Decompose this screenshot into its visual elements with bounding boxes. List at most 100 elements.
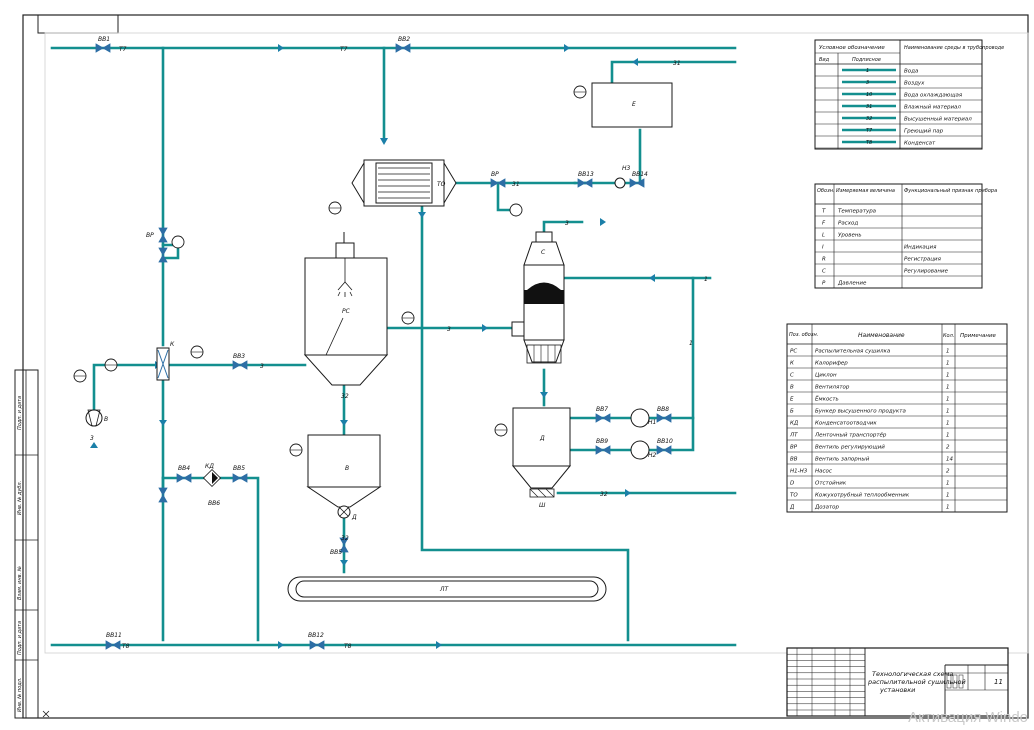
spec-name-5: Бункер высушенного продукта [815, 409, 906, 415]
spec-pos-2: С [790, 373, 794, 379]
spec-qty-4: 1 [946, 397, 950, 403]
label-vv1: ВВ1 [98, 36, 110, 43]
label-vv-d: ВВ5 [330, 549, 342, 556]
spec-header-1: Наименование [858, 332, 905, 339]
spec-pos-4: Е [790, 397, 794, 403]
spray-dryer-cone [303, 354, 389, 386]
instr-code-4: R [822, 257, 826, 263]
valve-vv6[interactable] [158, 487, 168, 503]
instr-measure-0: Температура [838, 209, 877, 215]
valve-vv9[interactable] [595, 445, 611, 455]
title-line-2: распылительной сушильной [867, 678, 966, 686]
process-flow-diagram: Подп. и дата Инв. № дубл. Взам. инв. № П… [14, 14, 1029, 719]
label-k: К [170, 341, 175, 348]
pipe-label-32b: 32 [341, 393, 349, 400]
valve-vv2[interactable] [395, 43, 411, 53]
label-rs: РС [342, 308, 351, 315]
valve-vp[interactable] [158, 227, 168, 243]
legend-code-6: Т8 [866, 140, 872, 146]
spec-name-1: Калорифер [815, 361, 848, 367]
heat-exchanger-right-cap [443, 161, 457, 205]
pipe-label-t8b: Т8 [344, 643, 352, 650]
bunker-b[interactable] [307, 434, 381, 488]
legend-code-2: 10 [866, 92, 872, 98]
instr-measure-6: Давление [837, 281, 867, 287]
spec-name-0: Распылительная сушилка [815, 349, 891, 355]
spec-name-12: Кожухотрубный теплообменник [815, 493, 910, 499]
side-label-0: Подп. и дата [17, 396, 23, 430]
valve-vv12[interactable] [309, 640, 325, 650]
label-b: В [345, 465, 349, 472]
label-vv14: ВВ14 [632, 171, 648, 178]
spray-dryer-rs[interactable] [304, 257, 388, 356]
spec-header-2: Кол. [943, 333, 954, 339]
pipe-label-3d: 3 [90, 435, 94, 442]
valve-vv8[interactable] [656, 413, 672, 423]
valve-vv10[interactable] [656, 445, 672, 455]
pump-h3[interactable] [614, 177, 626, 189]
title-line-3: установки [879, 686, 915, 694]
instr-header-2: Функциональный признак прибора [904, 188, 997, 194]
spec-qty-9: 14 [946, 457, 953, 463]
valve-vv4[interactable] [176, 473, 192, 483]
label-vv13: ВВ13 [578, 171, 594, 178]
bunker-cone [306, 486, 382, 508]
valve-vv14[interactable] [629, 178, 645, 188]
spec-name-7: Ленточный транспортёр [814, 433, 887, 439]
spec-pos-7: ЛТ [789, 433, 798, 439]
label-vv12: ВВ12 [308, 632, 324, 639]
valve-vv11[interactable] [105, 640, 121, 650]
spec-name-9: Вентиль запорный [815, 457, 870, 463]
label-d2: Д [539, 435, 545, 442]
spec-pos-0: РС [790, 349, 797, 355]
pump-h1[interactable] [630, 408, 650, 428]
valve-vv13[interactable] [577, 178, 593, 188]
spec-qty-7: 1 [946, 433, 950, 439]
valve-vv3[interactable] [232, 360, 248, 370]
valve-vv7[interactable] [595, 413, 611, 423]
instr-code-2: L [822, 233, 825, 239]
spec-qty-8: 2 [946, 445, 950, 451]
spec-qty-10: 2 [946, 469, 950, 475]
spec-name-13: Дозатор [814, 505, 840, 511]
label-h3: Н3 [622, 165, 631, 172]
spec-name-4: Ёмкость [815, 396, 839, 403]
label-vv6: ВВ6 [208, 500, 220, 507]
label-h2: Н2 [648, 452, 657, 459]
valve-vv5[interactable] [232, 473, 248, 483]
spec-qty-5: 1 [946, 409, 950, 415]
side-label-4: Инв. № подл. [17, 678, 23, 713]
legend-name-3: Влажный материал [904, 105, 961, 111]
label-lt: ЛТ [439, 586, 450, 593]
cyclone-outlet [535, 231, 553, 243]
instrument-vp[interactable] [171, 235, 185, 249]
spec-pos-3: В [790, 385, 794, 391]
label-vv3: ВВ3 [233, 353, 245, 360]
pipe-network [50, 46, 737, 647]
label-vv9: ВВ9 [596, 438, 608, 445]
valve-vp-lower[interactable] [158, 247, 168, 263]
instrument-vr[interactable] [509, 203, 523, 217]
legend-table: Условное обозначение Наименование среды … [814, 39, 1004, 150]
label-fan: В [104, 416, 108, 423]
valve-vv1[interactable] [95, 43, 111, 53]
spec-header-3: Примечание [960, 333, 997, 339]
legend-name-4: Высушенный материал [904, 117, 972, 123]
label-d: Д [351, 514, 357, 521]
condensate-trap-kd[interactable] [202, 468, 222, 488]
label-kd: КД [205, 463, 214, 470]
pump-h2[interactable] [630, 440, 650, 460]
legend-name-2: Вода охлаждающая [904, 93, 963, 99]
heat-exchanger-left-cap [351, 161, 365, 205]
side-label-2: Взам. инв. № [17, 566, 23, 600]
fan-v[interactable] [85, 409, 103, 427]
spec-name-2: Циклон [815, 373, 837, 379]
dryer-inlet-nozzle [335, 242, 355, 259]
label-e: Е [632, 101, 636, 108]
label-vv10: ВВ10 [657, 438, 673, 445]
spec-name-10: Насос [815, 469, 832, 475]
settler-cone [511, 465, 572, 489]
spec-name-11: Отстойник [815, 481, 847, 487]
legend-code-3: 31 [866, 104, 872, 110]
pipe-label-1: 1 [689, 340, 693, 347]
